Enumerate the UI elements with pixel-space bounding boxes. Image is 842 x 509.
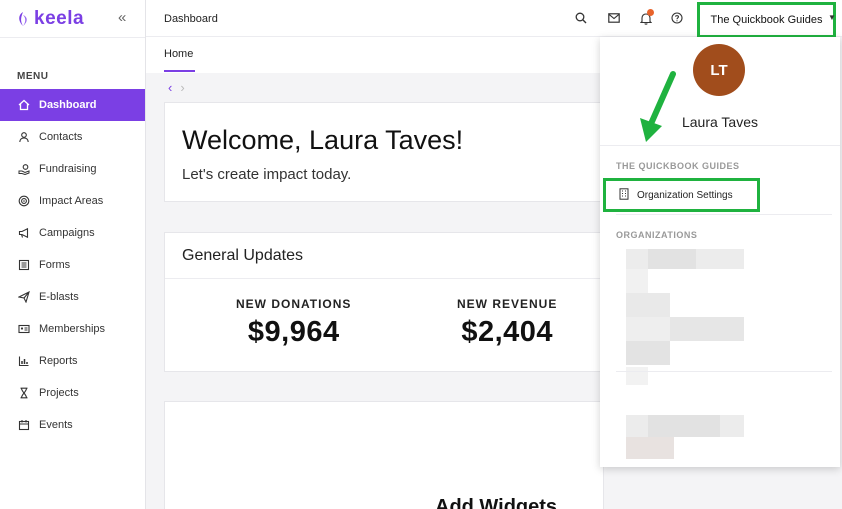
annotation-arrow-icon (640, 71, 676, 142)
general-updates-title: General Updates (182, 247, 303, 264)
sidebar-item-label: Dashboard (39, 99, 97, 111)
avatar: LT (693, 44, 745, 96)
add-widgets-card: Add Widgets (164, 401, 604, 509)
general-updates-header: General Updates (165, 233, 603, 279)
tab-home[interactable]: Home (164, 48, 193, 60)
double-chevron-left-icon[interactable]: « (118, 9, 126, 26)
sidebar-item-label: E-blasts (39, 291, 79, 303)
sidebar-divider (0, 37, 145, 38)
hand-coin-icon (17, 163, 30, 176)
menu-label: MENU (17, 71, 49, 82)
stat-new-revenue: NEW REVENUE $2,404 (457, 297, 557, 349)
sidebar-item-label: Contacts (39, 131, 83, 143)
logo-text: keela (34, 8, 85, 29)
sidebar-item-contacts[interactable]: Contacts (0, 121, 145, 153)
sidebar-item-e-blasts[interactable]: E-blasts (0, 281, 145, 313)
active-tab-indicator (164, 70, 195, 72)
megaphone-icon (17, 227, 30, 240)
keela-logo[interactable]: keela (16, 8, 84, 30)
sidebar-item-label: Events (39, 419, 73, 431)
person-icon (17, 131, 30, 144)
notification-badge (647, 9, 654, 16)
sidebar-item-memberships[interactable]: Memberships (0, 313, 145, 345)
sidebar-item-forms[interactable]: Forms (0, 249, 145, 281)
welcome-card: Welcome, Laura Taves! Let's create impac… (164, 102, 604, 202)
sidebar-item-label: Fundraising (39, 163, 97, 175)
page-title: Dashboard (164, 13, 218, 25)
calendar-icon (17, 419, 30, 432)
sidebar-item-dashboard[interactable]: Dashboard (0, 89, 145, 121)
stat-label: NEW DONATIONS (236, 297, 352, 311)
sidebar-item-label: Reports (39, 355, 78, 367)
sidebar-item-impact-areas[interactable]: Impact Areas (0, 185, 145, 217)
organizations-section-label: ORGANIZATIONS (616, 230, 698, 240)
welcome-heading: Welcome, Laura Taves! (182, 125, 464, 155)
chevron-left-icon[interactable]: ‹ (168, 80, 172, 95)
search-icon[interactable] (574, 11, 588, 25)
form-icon (17, 259, 30, 272)
building-icon (619, 187, 629, 203)
stat-value: $9,964 (247, 316, 340, 348)
stat-label: NEW REVENUE (457, 297, 558, 311)
help-icon[interactable] (670, 11, 684, 25)
chevron-right-icon[interactable]: › (180, 80, 184, 95)
dashboard-pager: ‹ › (168, 80, 185, 95)
sidebar-nav: Dashboard Contacts Fundraising Impact Ar… (0, 89, 145, 441)
top-bar: Dashboard The Quickbook Guides ▼ (146, 0, 842, 38)
stat-new-donations: NEW DONATIONS $9,964 (236, 297, 351, 349)
bell-icon[interactable] (639, 9, 654, 25)
stat-value: $2,404 (461, 316, 554, 348)
send-icon (17, 291, 30, 304)
organization-switcher-button[interactable]: The Quickbook Guides (697, 2, 836, 38)
welcome-subtitle: Let's create impact today. (182, 166, 352, 183)
sidebar-item-campaigns[interactable]: Campaigns (0, 217, 145, 249)
organization-settings-item[interactable]: Organization Settings (603, 178, 760, 212)
keela-logo-icon (19, 12, 27, 26)
organization-settings-label: Organization Settings (637, 189, 733, 201)
add-widgets-title: Add Widgets (435, 496, 558, 509)
general-updates-card: General Updates NEW DONATIONS $9,964 NEW… (164, 232, 604, 372)
sidebar-item-label: Memberships (39, 323, 106, 335)
bar-chart-icon (17, 355, 30, 368)
sidebar-item-label: Forms (39, 259, 71, 271)
sidebar-item-fundraising[interactable]: Fundraising (0, 153, 145, 185)
divider (616, 214, 832, 215)
sidebar-item-label: Projects (39, 387, 79, 399)
id-card-icon (17, 323, 30, 336)
home-icon (17, 99, 30, 112)
sidebar-item-label: Campaigns (39, 227, 95, 239)
sidebar-item-label: Impact Areas (39, 195, 104, 207)
target-icon (17, 195, 30, 208)
org-section-label: THE QUICKBOOK GUIDES (616, 161, 740, 171)
sidebar: keela « MENU Dashboard Contacts Fundrais… (0, 0, 146, 509)
sidebar-item-projects[interactable]: Projects (0, 377, 145, 409)
tab-bar: Home (146, 37, 600, 73)
sidebar-item-events[interactable]: Events (0, 409, 145, 441)
sidebar-item-reports[interactable]: Reports (0, 345, 145, 377)
chevron-down-icon[interactable]: ▼ (828, 13, 836, 22)
hourglass-icon (17, 387, 30, 400)
mail-icon[interactable] (607, 11, 621, 25)
